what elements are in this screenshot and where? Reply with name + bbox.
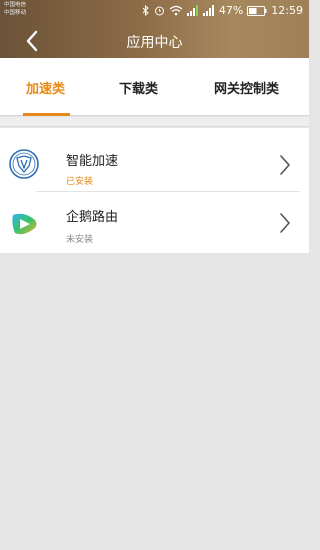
active-tab-indicator [23,113,70,116]
install-status: 已安装 [66,177,94,187]
alarm-icon [154,6,164,16]
tab-acceleration[interactable]: 加速类 [26,78,65,97]
penguin-router-icon [12,213,37,235]
status-bar: 中国电信 中国移动 47% 12:59 [0,0,309,22]
carrier-2: 中国移动 [4,10,27,16]
app-name: 智能加速 [66,154,119,169]
app-name: 企鹅路由 [66,210,119,225]
clock: 12:59 [271,4,303,17]
app-header: 中国电信 中国移动 47% 12:59 应用中心 [0,0,309,58]
bluetooth-icon [142,5,149,16]
app-list: 智能加速 已安装 企鹅路由 未安装 [0,128,309,253]
chevron-right-icon [280,213,290,233]
chevron-right-icon [280,155,290,175]
carrier-labels: 中国电信 中国移动 [4,1,26,17]
status-icons: 47% 12:59 [142,4,303,17]
carrier-1: 中国电信 [4,2,27,8]
speed-shield-icon [9,149,39,179]
battery-percent: 47% [218,4,244,17]
signal-icon-1 [186,5,198,16]
page-title: 应用中心 [126,35,183,51]
signal-icon-2 [202,5,214,16]
section-spacer [0,117,309,127]
install-status: 未安装 [66,235,94,245]
battery-icon [247,5,267,16]
category-tabs: 加速类 下载类 网关控制类 [0,58,309,116]
tab-gateway-control[interactable]: 网关控制类 [214,78,279,97]
wifi-icon [169,5,183,16]
list-item-smart-acceleration[interactable]: 智能加速 已安装 [0,128,309,190]
list-item-penguin-router[interactable]: 企鹅路由 未安装 [0,192,309,254]
tab-download[interactable]: 下载类 [119,78,158,97]
